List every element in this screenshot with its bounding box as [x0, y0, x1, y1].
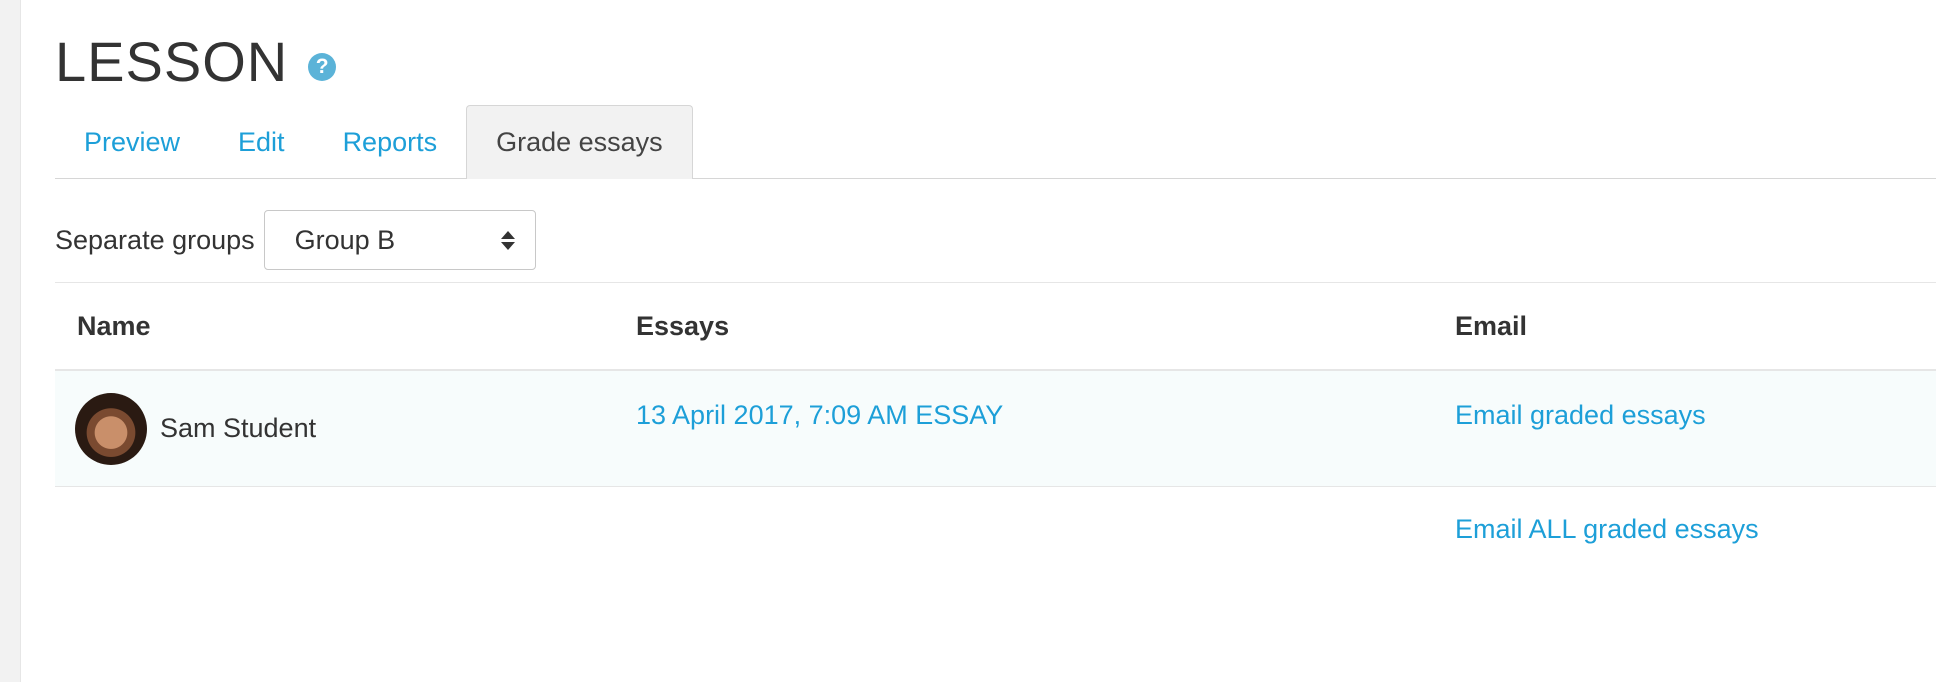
- email-graded-essays-link[interactable]: Email graded essays: [1455, 400, 1706, 431]
- page-title: LESSON: [55, 30, 289, 93]
- tab-edit[interactable]: Edit: [209, 106, 314, 178]
- group-selector-label: Separate groups: [55, 224, 255, 255]
- tab-reports[interactable]: Reports: [314, 106, 467, 178]
- title-row: LESSON ?: [55, 30, 337, 94]
- select-arrows-icon: [500, 230, 515, 250]
- group-selector-row: Separate groups Group B: [55, 210, 536, 270]
- tab-grade-essays[interactable]: Grade essays: [466, 105, 693, 179]
- page-left-edge: [0, 0, 21, 682]
- tab-bar: Preview Edit Reports Grade essays: [55, 105, 1936, 179]
- essays-table: Name Essays Email Sam Student 13 April 2…: [55, 282, 1936, 587]
- student-name[interactable]: Sam Student: [160, 413, 316, 444]
- help-icon[interactable]: ?: [308, 53, 337, 81]
- table-footer-row: Email ALL graded essays: [55, 487, 1936, 587]
- column-header-name: Name: [77, 311, 151, 341]
- column-header-email: Email: [1455, 311, 1528, 341]
- group-select[interactable]: Group B: [263, 210, 536, 270]
- essay-link[interactable]: 13 April 2017, 7:09 AM ESSAY: [636, 400, 1003, 431]
- main-content: LESSON ? Preview Edit Reports Grade essa…: [55, 0, 1936, 682]
- column-header-essays: Essays: [636, 311, 730, 341]
- tab-preview[interactable]: Preview: [55, 106, 209, 178]
- email-all-graded-essays-link[interactable]: Email ALL graded essays: [1455, 514, 1759, 545]
- table-header: Name Essays Email: [55, 282, 1936, 371]
- group-select-value: Group B: [294, 224, 396, 255]
- avatar[interactable]: [75, 393, 147, 465]
- table-row: Sam Student 13 April 2017, 7:09 AM ESSAY…: [55, 371, 1936, 487]
